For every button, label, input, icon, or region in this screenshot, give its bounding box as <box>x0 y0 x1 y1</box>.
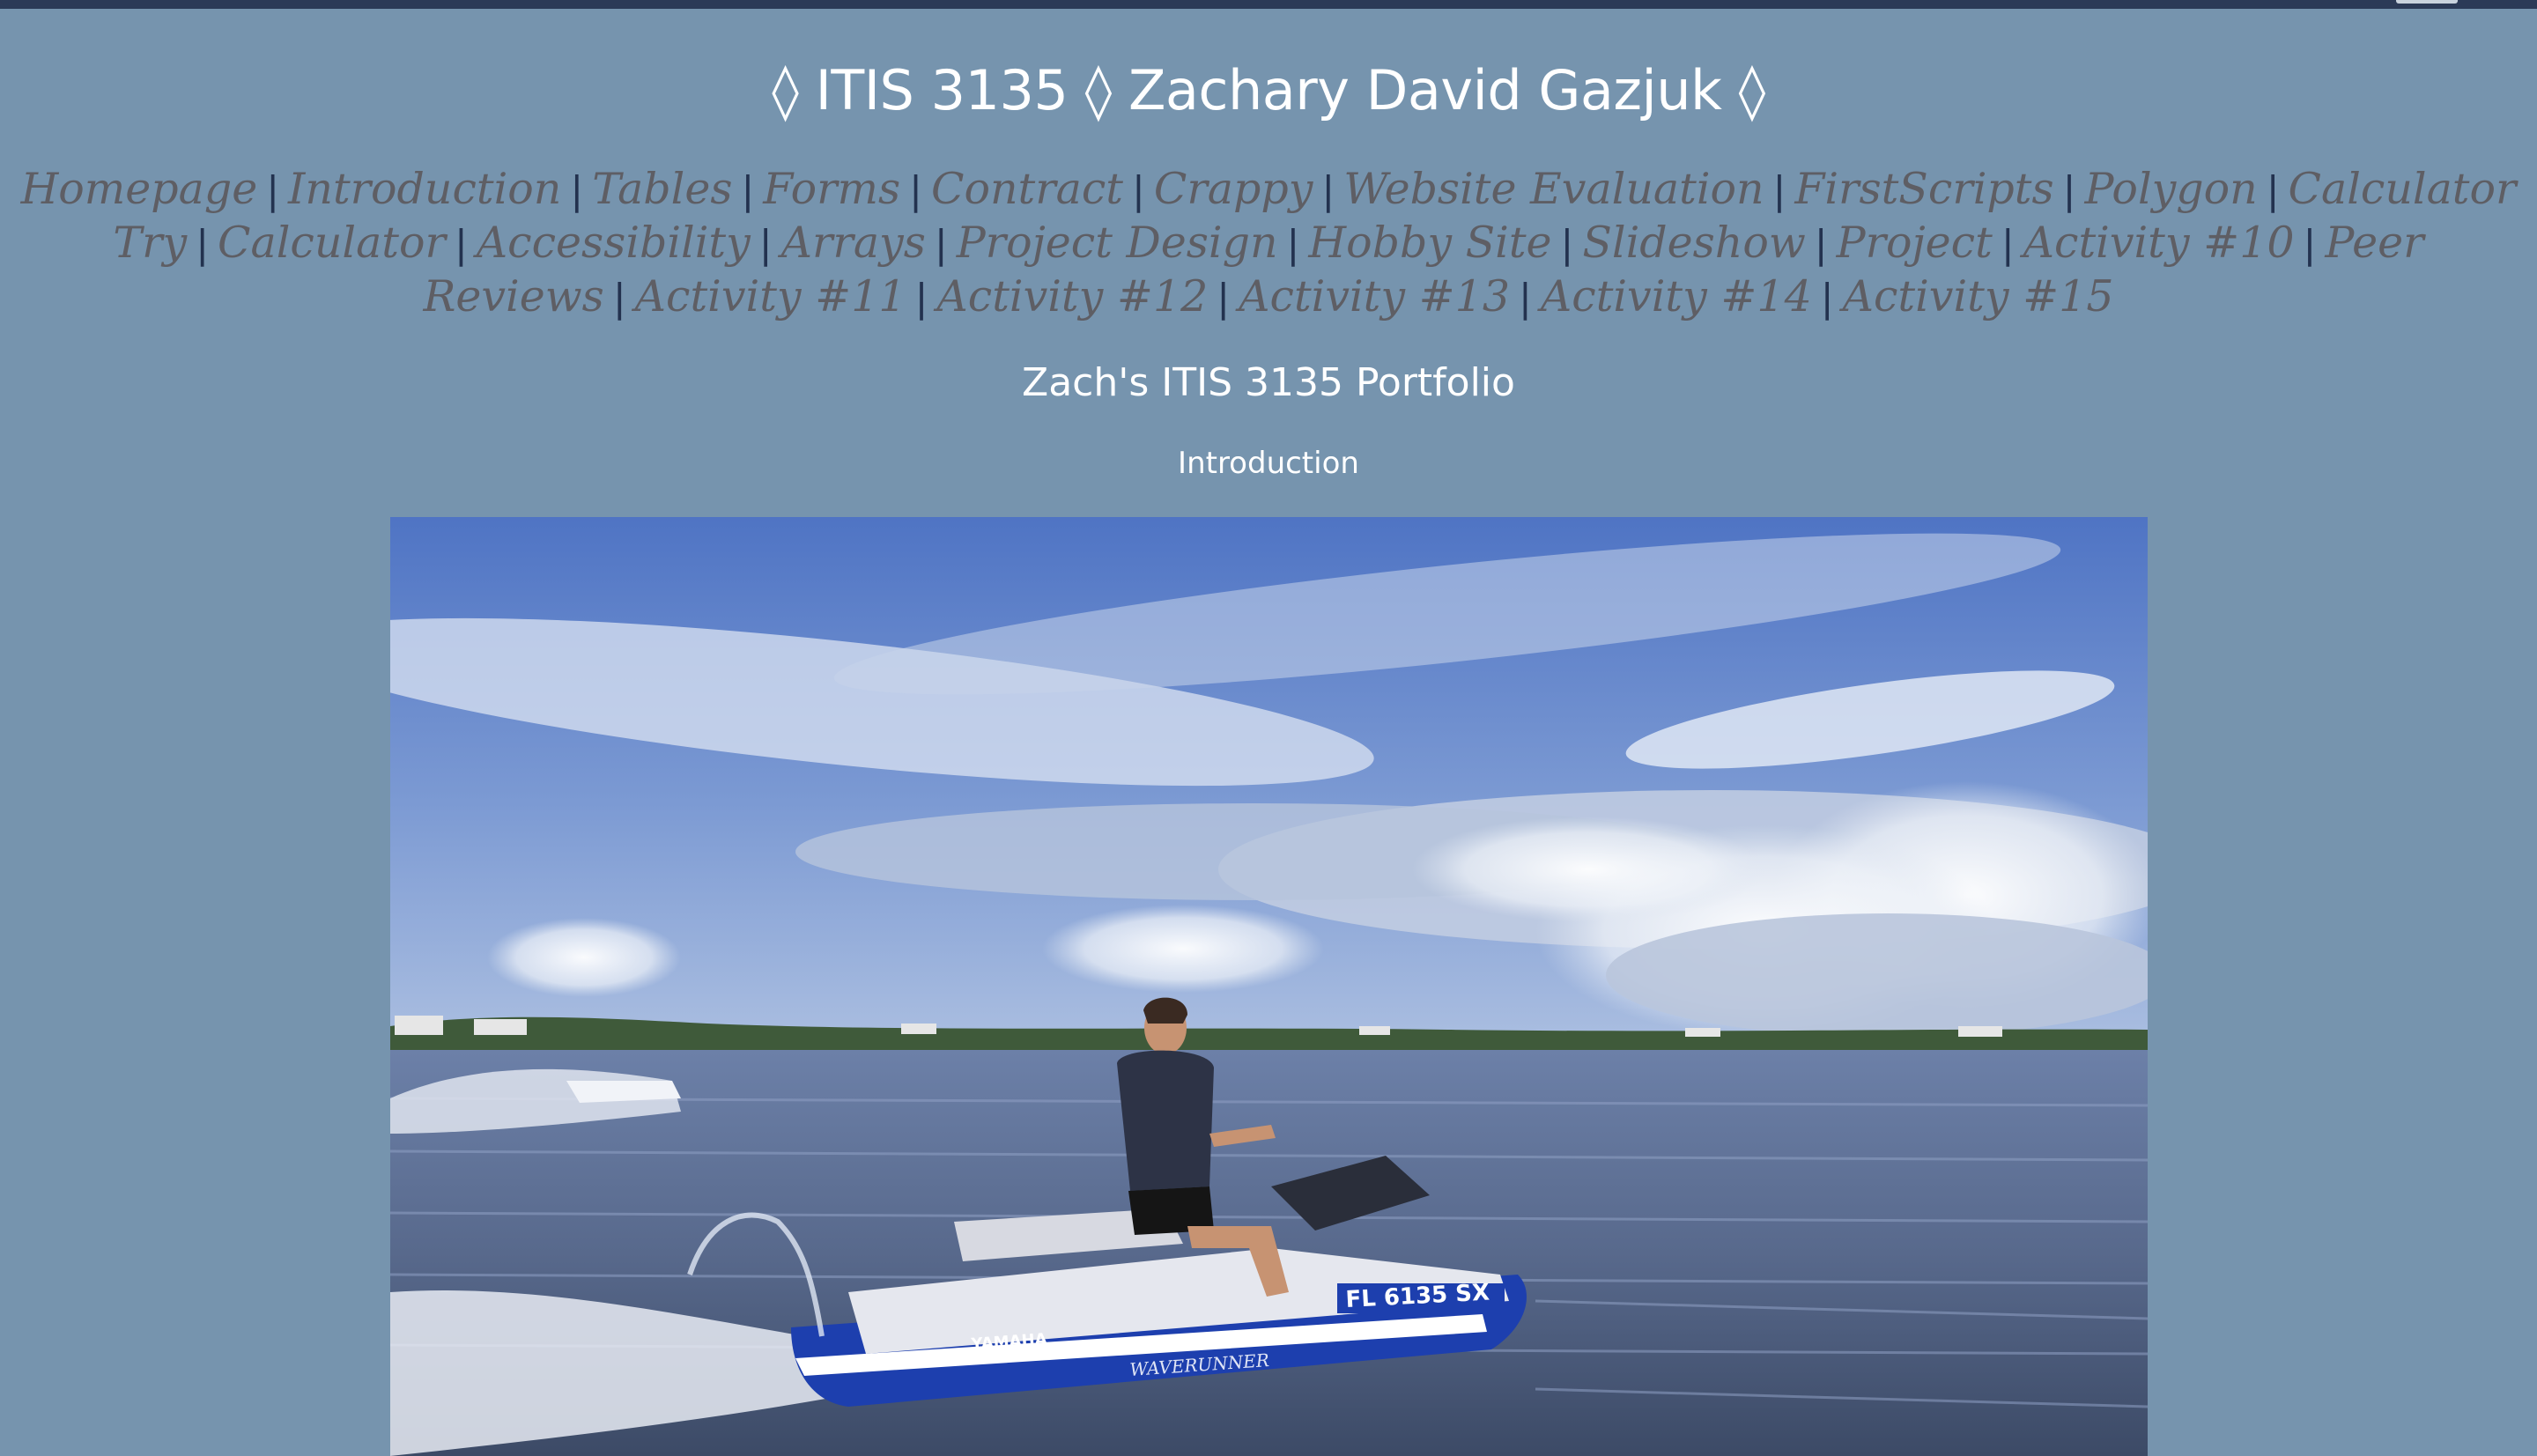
portfolio-subtitle: Zach's ITIS 3135 Portfolio <box>1022 360 1515 405</box>
nav-separator: | <box>1519 276 1532 321</box>
top-bar-handle <box>2396 0 2458 4</box>
nav-link-activity-11[interactable]: Activity #11 <box>635 271 906 322</box>
nav-link-crappy[interactable]: Crappy <box>1154 164 1313 214</box>
nav-link-firstscripts[interactable]: FirstScripts <box>1794 164 2053 214</box>
nav-link-arrays[interactable]: Arrays <box>781 218 926 268</box>
nav-separator: | <box>758 222 773 267</box>
nav-link-activity-12[interactable]: Activity #12 <box>936 271 1208 322</box>
jet-ski-photo: FL 6135 SX YAMAHA WAVERUNNER <box>390 517 2148 1456</box>
nav-separator: | <box>2001 222 2015 267</box>
nav-separator: | <box>1286 222 1300 267</box>
nav-separator: | <box>1321 168 1335 213</box>
nav-link-contract[interactable]: Contract <box>931 164 1123 214</box>
nav-link-activity-15[interactable]: Activity #15 <box>1843 271 2114 322</box>
nav-separator: | <box>1772 168 1786 213</box>
nav-separator: | <box>266 168 280 213</box>
nav-separator: | <box>2266 168 2280 213</box>
nav-separator: | <box>2062 168 2076 213</box>
nav-link-tables[interactable]: Tables <box>592 164 732 214</box>
nav-separator: | <box>1217 276 1231 321</box>
nav-separator: | <box>909 168 922 213</box>
nav-link-project-design[interactable]: Project Design <box>957 218 1278 268</box>
nav-link-calculator[interactable]: Calculator <box>218 218 446 268</box>
nav-separator: | <box>196 222 210 267</box>
section-heading: Introduction <box>1178 446 1359 481</box>
nav-separator: | <box>914 276 928 321</box>
nav-separator: | <box>454 222 468 267</box>
nav-separator: | <box>612 276 626 321</box>
nav-link-forms[interactable]: Forms <box>763 164 900 214</box>
nav-separator: | <box>1132 168 1145 213</box>
nav-separator: | <box>1814 222 1828 267</box>
nav-separator: | <box>2303 222 2317 267</box>
nav-link-accessibility[interactable]: Accessibility <box>477 218 751 268</box>
nav-separator: | <box>1820 276 1834 321</box>
top-bar <box>0 0 2537 9</box>
nav-link-activity-10[interactable]: Activity #10 <box>2023 218 2295 268</box>
nav-separator: | <box>741 168 755 213</box>
nav-link-polygon[interactable]: Polygon <box>2084 164 2257 214</box>
nav-link-project[interactable]: Project <box>1837 218 1993 268</box>
nav-link-activity-13[interactable]: Activity #13 <box>1239 271 1510 322</box>
nav-link-website-evaluation[interactable]: Website Evaluation <box>1343 164 1764 214</box>
nav-separator: | <box>570 168 584 213</box>
main-navigation: Homepage | Introduction | Tables | Forms | Contr… <box>9 163 2528 324</box>
nav-link-introduction[interactable]: Introduction <box>288 164 561 214</box>
page-title: ◊ ITIS 3135 ◊ Zachary David Gazjuk ◊ <box>772 58 1765 122</box>
nav-separator: | <box>934 222 948 267</box>
nav-link-activity-14[interactable]: Activity #14 <box>1541 271 1812 322</box>
nav-link-slideshow[interactable]: Slideshow <box>1582 218 1805 268</box>
nav-link-homepage[interactable]: Homepage <box>21 164 258 214</box>
nav-link-hobby-site[interactable]: Hobby Site <box>1308 218 1551 268</box>
nav-separator: | <box>1560 222 1574 267</box>
